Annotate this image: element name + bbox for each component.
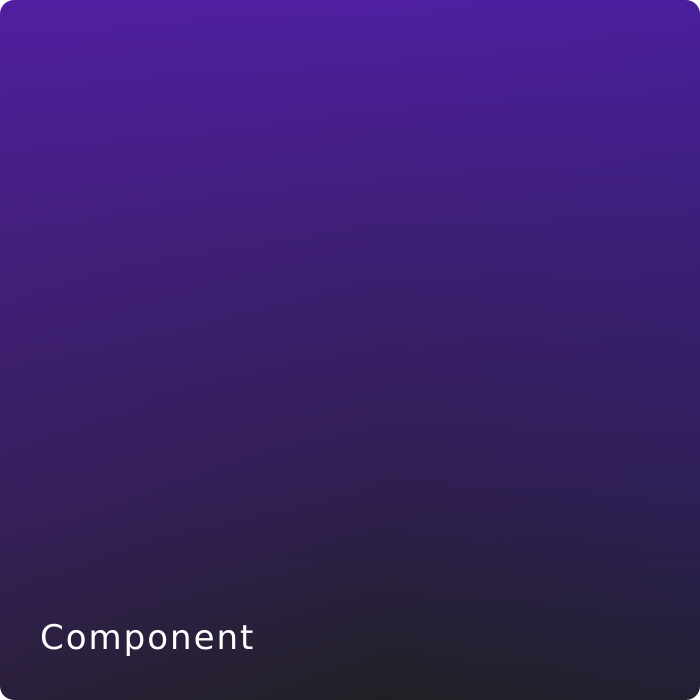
component-card-label: Component xyxy=(40,618,256,658)
component-card[interactable]: Component xyxy=(0,0,700,700)
